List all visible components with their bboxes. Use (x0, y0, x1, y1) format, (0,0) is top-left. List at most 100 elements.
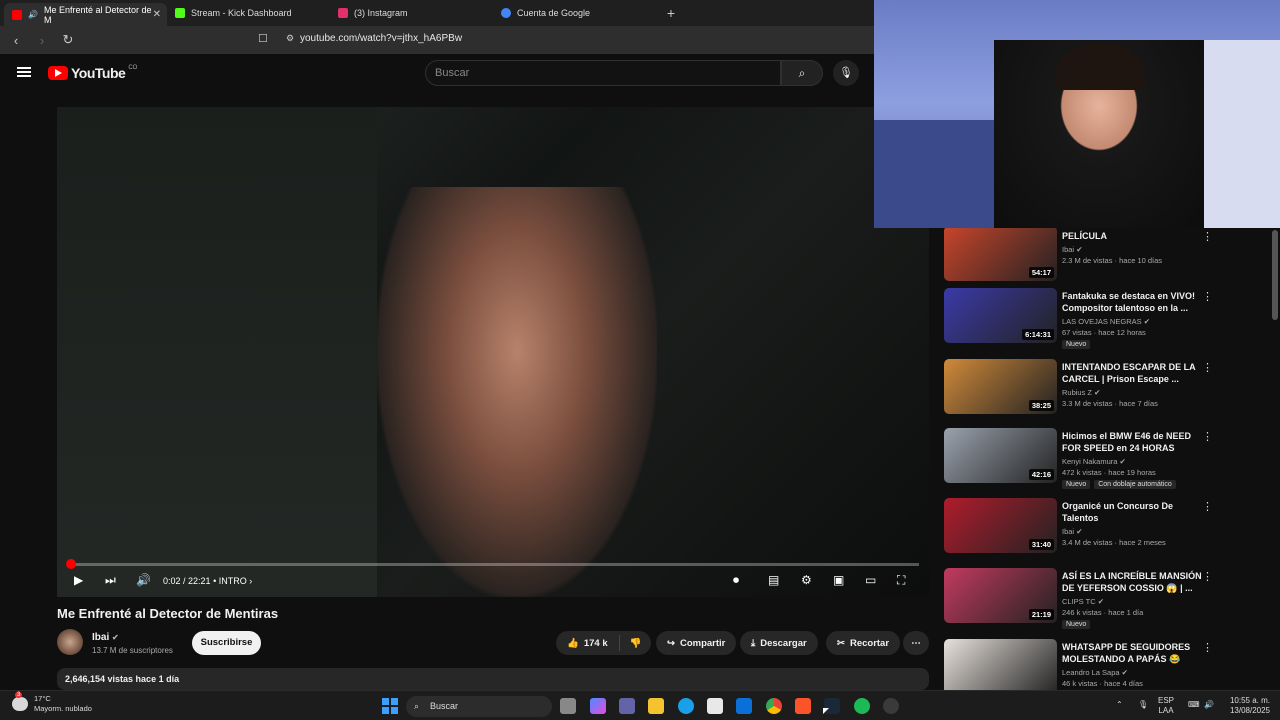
channel-name-text[interactable]: Rubius Z (1062, 388, 1092, 397)
tab-youtube[interactable]: 🔊 Me Enfrenté al Detector de M ✕ (4, 3, 167, 26)
share-button[interactable]: ↪ Compartir (656, 631, 737, 655)
volume-icon[interactable]: 🔊 (1204, 700, 1214, 710)
microphone-icon[interactable]: 🎙 (1138, 700, 1148, 710)
windows-start-icon[interactable] (382, 698, 398, 714)
progress-knob[interactable] (66, 559, 76, 569)
obs-icon[interactable] (883, 698, 899, 714)
progress-bar[interactable] (66, 559, 919, 569)
mail-icon[interactable] (736, 698, 752, 714)
site-info-icon[interactable]: ⚙ (286, 33, 294, 44)
chapter-label[interactable]: • INTRO (213, 576, 247, 586)
channel-avatar[interactable] (57, 629, 83, 655)
spotify-icon[interactable] (854, 698, 870, 714)
video-channel[interactable]: Ibai ✔ (1062, 527, 1207, 536)
search-button[interactable]: ⌕ (781, 60, 823, 86)
video-title[interactable]: PELÍCULA (1062, 230, 1207, 242)
subtitles-icon[interactable]: ▤ (768, 573, 779, 587)
back-icon[interactable]: ‹ (6, 33, 26, 48)
clip-button[interactable]: ✂ Recortar (826, 631, 901, 655)
autoplay-toggle-icon[interactable]: ⏺ (733, 573, 739, 588)
language-indicator[interactable]: ESP LAA (1158, 696, 1174, 716)
task-view-icon[interactable] (560, 698, 576, 714)
related-video-item[interactable]: 6:14:31 Fantakuka se destaca en VIVO! Com… (944, 288, 1274, 354)
video-thumbnail[interactable]: 38:25 (944, 359, 1057, 414)
channel-name-text[interactable]: LAS OVEJAS NEGRAS (1062, 317, 1142, 326)
subscribe-button[interactable]: Suscribirse (192, 631, 261, 655)
fullscreen-icon[interactable]: ⛶ (897, 573, 905, 588)
miniplayer-icon[interactable]: ▣ (833, 573, 844, 587)
video-title[interactable]: INTENTANDO ESCAPAR DE LA CARCEL | Prison… (1062, 361, 1207, 385)
taskbar-search[interactable]: ⌕ Buscar (406, 696, 552, 717)
channel-name-text[interactable]: Ibai (1062, 245, 1074, 254)
close-tab-icon[interactable]: ✕ (153, 9, 161, 20)
video-title[interactable]: ASÍ ES LA INCREÍBLE MANSIÓN DE YEFERSON … (1062, 570, 1207, 594)
tab-kick[interactable]: Stream - Kick Dashboard (167, 0, 330, 26)
tab-google-account[interactable]: Cuenta de Google (493, 0, 656, 26)
video-title[interactable]: Fantakuka se destaca en VIVO! Compositor… (1062, 290, 1207, 314)
related-video-item[interactable]: 31:40 Organicé un Concurso De Talentos Iba… (944, 498, 1274, 564)
video-channel[interactable]: Rubius Z ✔ (1062, 388, 1207, 397)
teams-icon[interactable] (619, 698, 635, 714)
video-channel[interactable]: Ibai ✔ (1062, 245, 1207, 254)
more-actions-button[interactable]: ⋯ (903, 631, 929, 655)
channel-name-text[interactable]: CLIPS TC (1062, 597, 1096, 606)
volume-icon[interactable]: 🔊 (136, 573, 151, 587)
play-icon[interactable]: ▶ (74, 573, 83, 587)
related-video-item[interactable]: 54:17 PELÍCULA Ibai ✔ 2.3 M de vistas · hac… (944, 228, 1274, 294)
video-channel[interactable]: CLIPS TC ✔ (1062, 597, 1207, 606)
channel-name-text[interactable]: Ibai (92, 632, 109, 643)
video-title[interactable]: WHATSAPP DE SEGUIDORES MOLESTANDO A PAPÁ… (1062, 641, 1207, 665)
reload-icon[interactable]: ↻ (58, 32, 78, 48)
more-vertical-icon[interactable]: ⋮ (1202, 290, 1213, 303)
description-box[interactable]: 2,646,154 vistas hace 1 día (57, 668, 929, 690)
video-thumbnail[interactable]: 6:14:31 (944, 288, 1057, 343)
file-explorer-icon[interactable] (648, 698, 664, 714)
dislike-button[interactable]: 👎 (618, 635, 652, 651)
channel-name-text[interactable]: Kenyi Nakamura (1062, 457, 1117, 466)
sidebar-scrollbar[interactable] (1272, 230, 1278, 320)
weather-widget[interactable]: 3 17°C Mayorm. nublado (12, 692, 92, 714)
settings-gear-icon[interactable]: ⚙ (801, 573, 812, 587)
store-icon[interactable] (707, 698, 723, 714)
chevron-up-icon[interactable]: ⌃ (1116, 700, 1123, 710)
video-thumbnail[interactable]: 42:16 (944, 428, 1057, 483)
more-vertical-icon[interactable]: ⋮ (1202, 230, 1213, 243)
forward-icon[interactable]: › (32, 33, 52, 48)
video-thumbnail[interactable]: 31:40 (944, 498, 1057, 553)
edge-icon[interactable] (678, 698, 694, 714)
video-channel[interactable]: Leandro La Sapa ✔ (1062, 668, 1207, 677)
video-title[interactable]: Organicé un Concurso De Talentos (1062, 500, 1207, 524)
channel-name-text[interactable]: Leandro La Sapa (1062, 668, 1120, 677)
like-button[interactable]: 👍 174 k 👎 (556, 631, 652, 655)
network-icon[interactable]: ⌨ (1188, 700, 1200, 710)
next-icon[interactable]: ⏭ (105, 573, 116, 588)
related-video-item[interactable]: WHATSAPP DE SEGUIDORES MOLESTANDO A PAPÁ… (944, 639, 1274, 690)
clock[interactable]: 10:55 a. m. 13/08/2025 (1224, 696, 1270, 716)
new-tab-button[interactable]: + (656, 0, 686, 26)
tab-instagram[interactable]: (3) Instagram (330, 0, 493, 26)
menu-icon[interactable] (17, 67, 31, 77)
download-button[interactable]: ⤓ Descargar (740, 631, 818, 655)
more-vertical-icon[interactable]: ⋮ (1202, 430, 1213, 443)
more-vertical-icon[interactable]: ⋮ (1202, 570, 1213, 583)
channel-name-text[interactable]: Ibai (1062, 527, 1074, 536)
url-field[interactable]: youtube.com/watch?v=jthx_hA6PBw (300, 33, 462, 44)
voice-search-button[interactable]: 🎙 (833, 60, 859, 86)
bookmark-icon[interactable]: ☐ (258, 32, 268, 45)
video-player[interactable]: ▶ ⏭ 🔊 0:02 / 22:21 • INTRO › ⏺ ▤ ⚙ ▣ ▭ ⛶ (57, 107, 929, 597)
channel-name[interactable]: Ibai ✔ (92, 632, 119, 643)
video-channel[interactable]: LAS OVEJAS NEGRAS ✔ (1062, 317, 1207, 326)
chrome-icon[interactable] (766, 698, 782, 714)
copilot-icon[interactable] (590, 698, 606, 714)
video-title[interactable]: Hicimos el BMW E46 de NEED FOR SPEED en … (1062, 430, 1207, 454)
related-video-item[interactable]: 42:16 Hicimos el BMW E46 de NEED FOR SPEE… (944, 428, 1274, 494)
video-thumbnail[interactable]: 21:19 (944, 568, 1057, 623)
theater-mode-icon[interactable]: ▭ (865, 573, 876, 587)
brave-icon[interactable] (795, 698, 811, 714)
video-channel[interactable]: Kenyi Nakamura ✔ (1062, 457, 1207, 466)
chevron-right-icon[interactable]: › (249, 576, 252, 586)
more-vertical-icon[interactable]: ⋮ (1202, 500, 1213, 513)
more-vertical-icon[interactable]: ⋮ (1202, 641, 1213, 654)
video-thumbnail[interactable] (944, 639, 1057, 690)
youtube-logo[interactable]: YouTube CO (48, 65, 137, 81)
